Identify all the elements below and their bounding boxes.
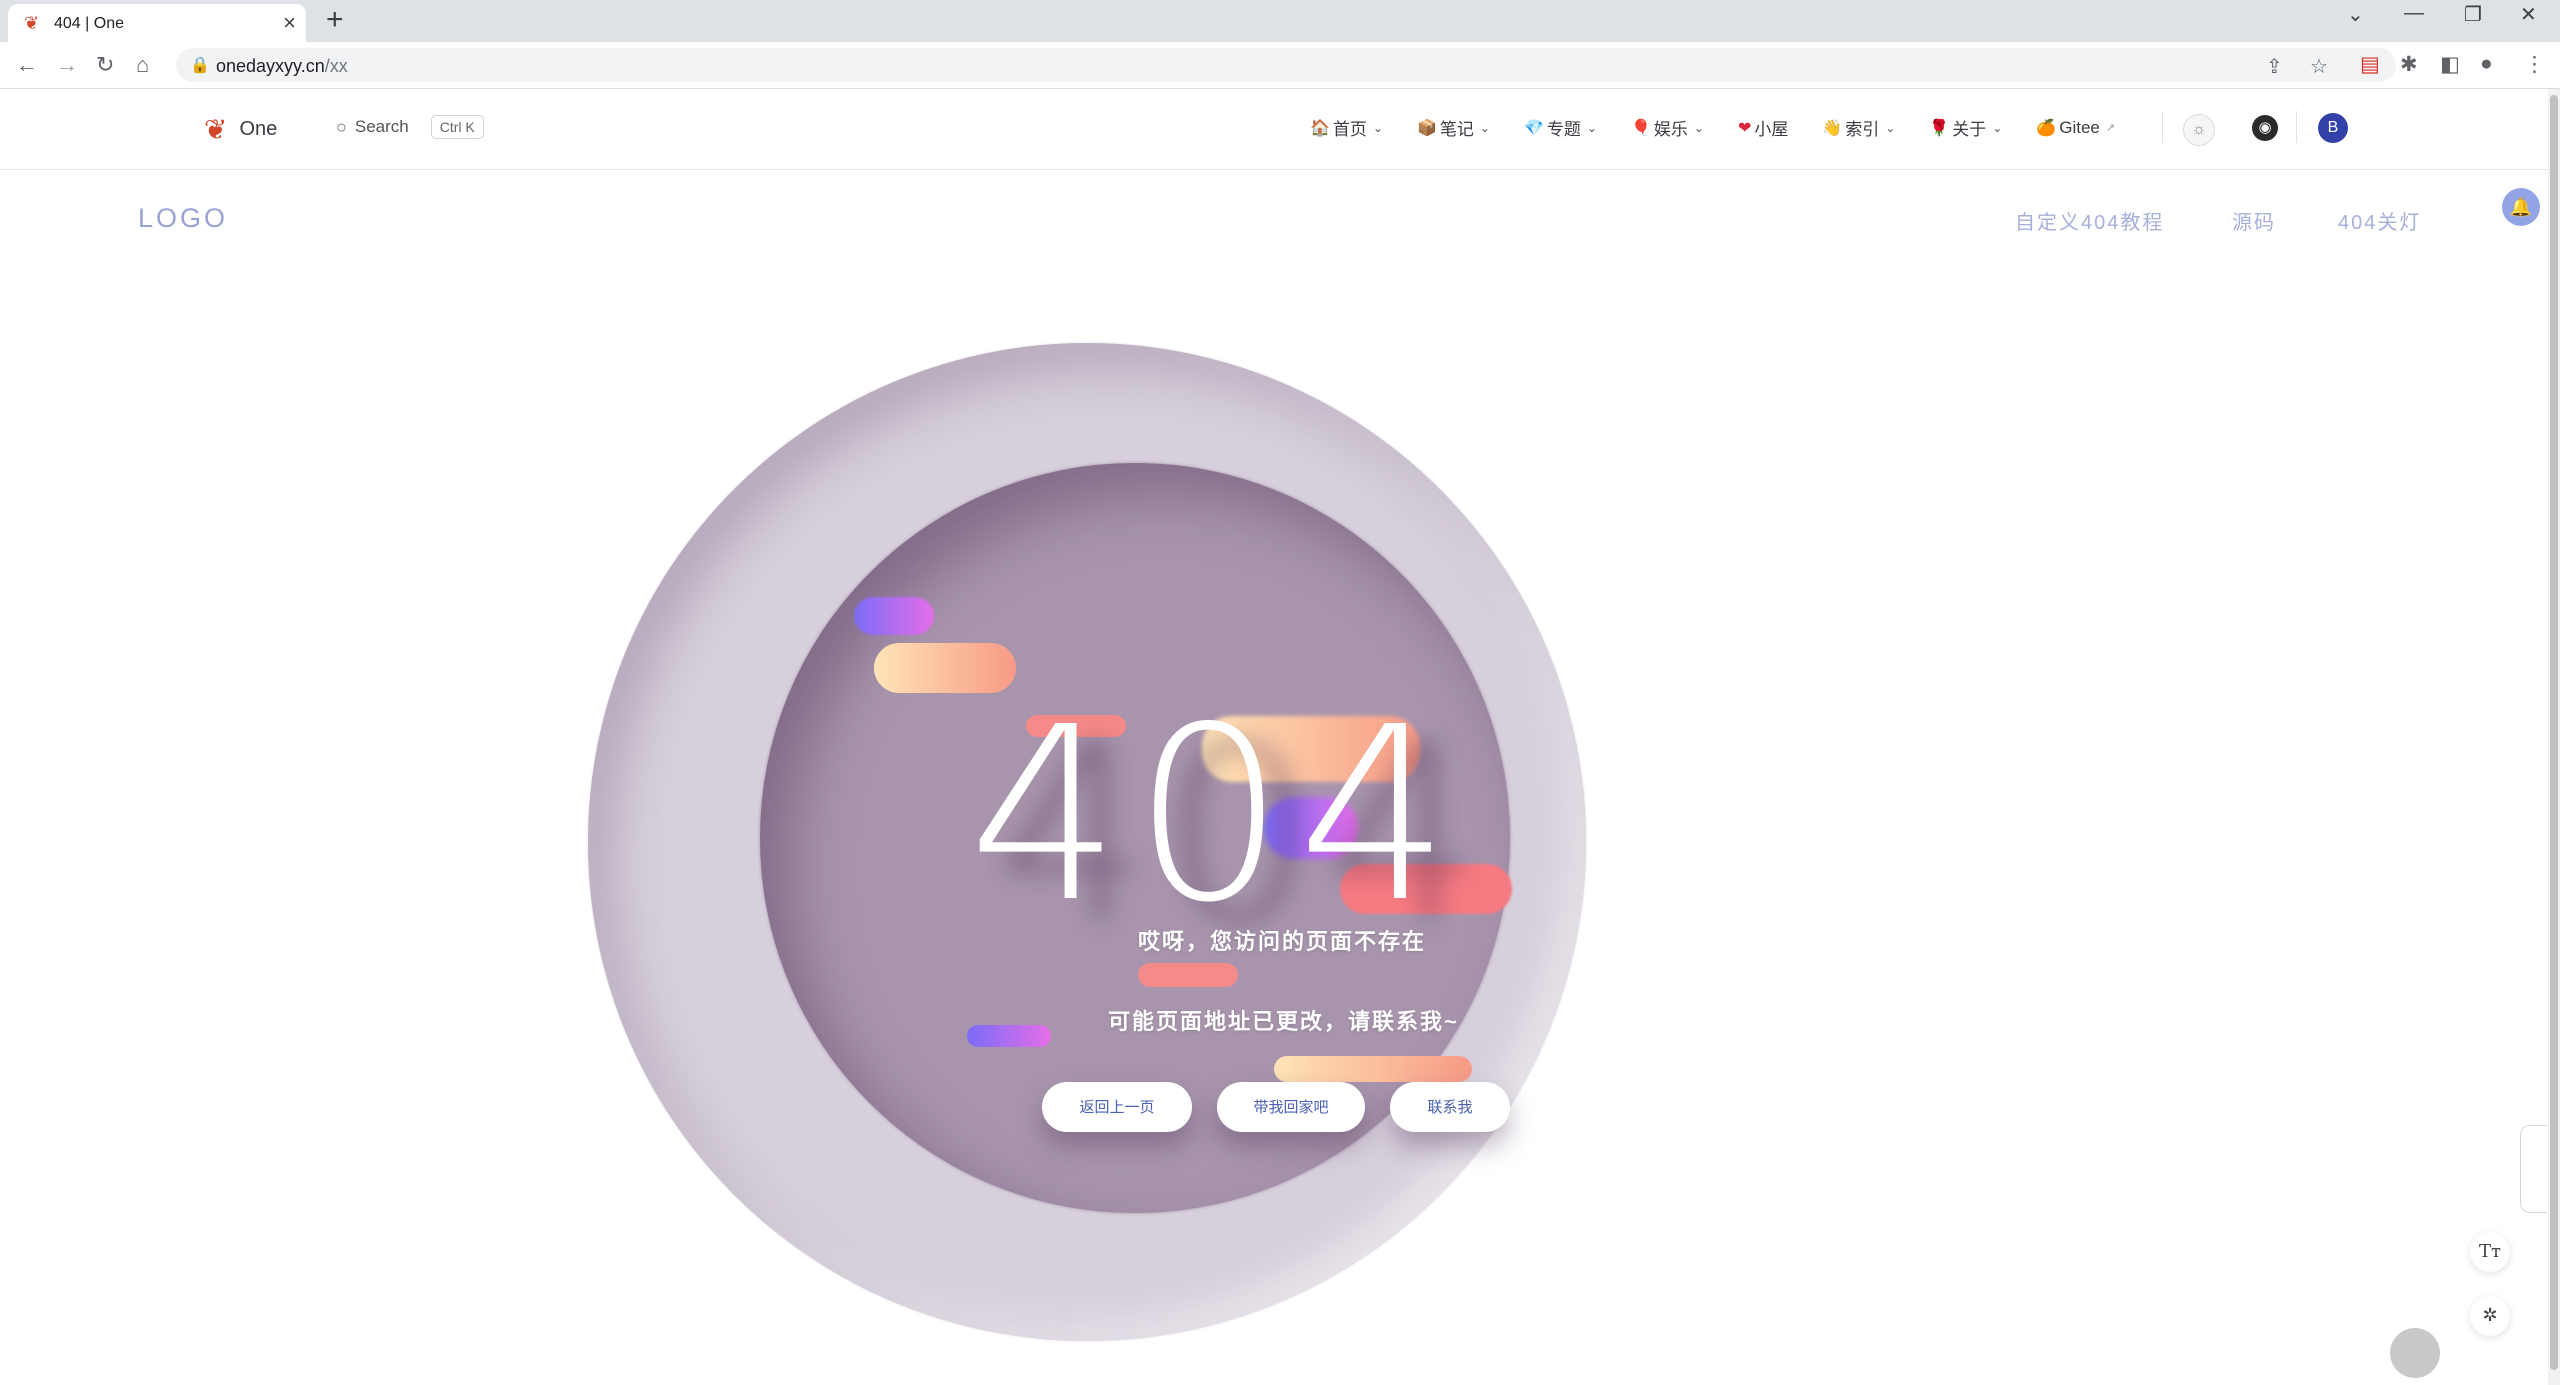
- balloon-emoji-icon: 🎈: [1630, 119, 1651, 137]
- header-divider: [2296, 111, 2297, 143]
- site-header: ❦ One ○ Search Ctrl K 🏠 首页 ⌄ 📦 笔记 ⌄ 💎 专题 ⌄ 🎈 娱乐…: [0, 89, 2548, 170]
- browser-tab-strip: ❦ 404 | One × + ⌄ — ❐ ✕: [0, 0, 2560, 42]
- home-emoji-icon: 🏠: [1310, 119, 1330, 137]
- nav-item-home[interactable]: 🏠 首页 ⌄: [1310, 115, 1383, 140]
- bookmark-star-icon[interactable]: ☆: [2310, 54, 2328, 79]
- browser-tab[interactable]: ❦ 404 | One ×: [8, 4, 306, 42]
- external-link-icon: ↗: [2105, 122, 2116, 134]
- profile-icon[interactable]: ●: [2480, 52, 2493, 76]
- restore-icon[interactable]: ❐: [2464, 2, 2482, 27]
- chevron-down-icon: ⌄: [1479, 120, 1490, 135]
- side-drawer-tab[interactable]: [2520, 1125, 2547, 1213]
- font-size-button[interactable]: Tт: [2470, 1232, 2510, 1272]
- search-label: Search: [354, 117, 409, 136]
- pill-decoration: [854, 597, 934, 635]
- tab-search-icon[interactable]: ⌄: [2347, 2, 2364, 27]
- link-custom-404-tutorial[interactable]: 自定义404教程: [2015, 206, 2164, 235]
- back-to-top-button[interactable]: [2390, 1328, 2440, 1378]
- search-shortcut-badge: Ctrl K: [430, 115, 484, 139]
- extension-red-icon[interactable]: ▤: [2360, 52, 2380, 77]
- error-code-404: 404: [968, 675, 1463, 955]
- go-home-button[interactable]: 带我回家吧: [1217, 1082, 1365, 1132]
- brand-name: One: [239, 118, 278, 140]
- nav-item-topics[interactable]: 💎 专题 ⌄: [1524, 115, 1597, 140]
- browser-menu-icon[interactable]: ⋮: [2524, 52, 2545, 77]
- scrollbar-thumb[interactable]: [2550, 95, 2558, 1370]
- header-divider: [2162, 111, 2163, 143]
- chevron-down-icon: ⌄: [1885, 120, 1896, 135]
- link-source-code[interactable]: 源码: [2232, 206, 2276, 235]
- wave-emoji-icon: 👋: [1822, 119, 1843, 137]
- nav-item-about[interactable]: 🌹 关于 ⌄: [1929, 115, 2002, 140]
- reload-icon[interactable]: ↻: [96, 52, 114, 78]
- nav-item-cabin[interactable]: ❤ 小屋: [1738, 115, 1788, 140]
- pill-decoration: [967, 1025, 1051, 1047]
- box-emoji-icon: 📦: [1416, 119, 1437, 137]
- window-close-icon[interactable]: ✕: [2520, 2, 2537, 27]
- share-icon[interactable]: ⇪: [2266, 54, 2283, 79]
- forward-icon[interactable]: →: [56, 52, 78, 78]
- brand-logo-icon: ❦: [204, 114, 228, 145]
- lock-icon[interactable]: 🔒: [190, 55, 210, 75]
- pill-decoration: [1274, 1056, 1472, 1082]
- tab-close-icon[interactable]: ×: [283, 10, 296, 36]
- home-icon[interactable]: ⌂: [136, 52, 149, 78]
- nav-item-index[interactable]: 👋 索引 ⌄: [1822, 115, 1895, 140]
- extensions-puzzle-icon[interactable]: ✱: [2400, 52, 2418, 77]
- github-icon[interactable]: ◉: [2252, 115, 2278, 141]
- back-icon[interactable]: ←: [16, 52, 38, 78]
- browser-toolbar: ← → ↻ ⌂ 🔒 onedayxyy.cn/xx ⇪ ☆ ▤ ✱ ◧ ● ⋮: [0, 42, 2560, 89]
- url-text: onedayxyy.cn/xx: [216, 56, 348, 76]
- side-panel-icon[interactable]: ◧: [2440, 52, 2460, 77]
- gem-emoji-icon: 💎: [1523, 119, 1544, 137]
- nav-item-notes[interactable]: 📦 笔记 ⌄: [1417, 115, 1490, 140]
- address-bar[interactable]: 🔒 onedayxyy.cn/xx ⇪ ☆: [176, 48, 2396, 82]
- search-icon: ○: [336, 116, 347, 137]
- sparkle-icon[interactable]: ✲: [2470, 1296, 2510, 1336]
- search-button[interactable]: ○ Search Ctrl K: [336, 115, 484, 139]
- error-message-secondary: 可能页面地址已更改，请联系我~: [1108, 1009, 1459, 1034]
- link-404-lights-off[interactable]: 404关灯: [2338, 206, 2421, 235]
- contact-me-button[interactable]: 联系我: [1390, 1082, 1510, 1132]
- site-favicon-icon: ❦: [24, 13, 40, 33]
- nav-item-fun[interactable]: 🎈 娱乐 ⌄: [1631, 115, 1704, 140]
- chevron-down-icon: ⌄: [1693, 120, 1704, 135]
- new-tab-button[interactable]: +: [326, 4, 344, 36]
- chevron-down-icon: ⌄: [1586, 120, 1597, 135]
- heart-emoji-icon: ❤: [1737, 119, 1752, 137]
- brand-link[interactable]: ❦ One: [204, 113, 277, 146]
- page-scrollbar[interactable]: [2548, 89, 2560, 1385]
- notification-bell-icon[interactable]: 🔔: [2502, 188, 2540, 226]
- page-logo[interactable]: LOGO: [138, 203, 228, 234]
- error-message-primary: 哎呀，您访问的页面不存在: [1138, 929, 1427, 954]
- minimize-icon[interactable]: —: [2404, 2, 2424, 25]
- main-nav: 🏠 首页 ⌄ 📦 笔记 ⌄ 💎 专题 ⌄ 🎈 娱乐 ⌄ ❤ 小屋 👋 索引 ⌄ 🌹 关于 ⌄ 🍊 Gitee…: [1310, 115, 2149, 140]
- nav-item-gitee[interactable]: 🍊 Gitee ↗: [2036, 118, 2115, 138]
- tab-title: 404 | One: [54, 15, 124, 32]
- rose-emoji-icon: 🌹: [1929, 119, 1950, 137]
- theme-toggle-sun-icon[interactable]: ☼: [2183, 114, 2215, 146]
- pill-decoration: [1138, 963, 1238, 987]
- chevron-down-icon: ⌄: [1992, 120, 2003, 135]
- orange-emoji-icon: 🍊: [2036, 119, 2057, 137]
- chevron-down-icon: ⌄: [1372, 120, 1383, 135]
- user-avatar[interactable]: B: [2318, 113, 2348, 143]
- go-back-button[interactable]: 返回上一页: [1042, 1082, 1192, 1132]
